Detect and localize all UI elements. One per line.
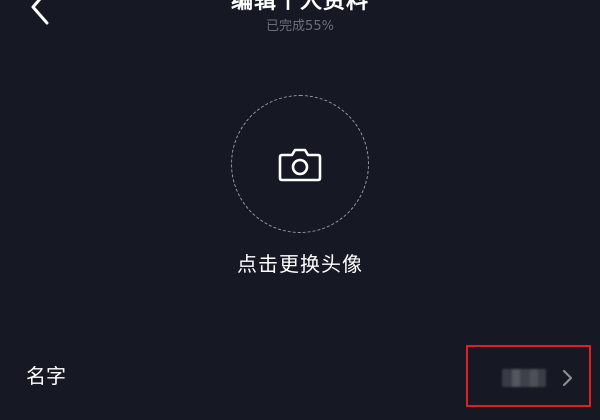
name-value xyxy=(468,347,469,348)
avatar-upload-button[interactable] xyxy=(231,95,369,233)
name-value-blurred xyxy=(502,369,546,387)
chevron-right-icon xyxy=(562,369,573,387)
completion-status: 已完成55% xyxy=(266,19,334,34)
change-avatar-label: 点击更换头像 xyxy=(237,252,363,276)
name-field-row[interactable]: 名字 xyxy=(0,345,600,407)
edit-profile-screen: 编辑个人资料 已完成55% 点击更换头像 名字 xyxy=(0,0,600,420)
name-label: 名字 xyxy=(26,364,66,388)
page-title: 编辑个人资料 xyxy=(230,0,369,14)
name-value-button[interactable] xyxy=(466,345,591,407)
camera-icon xyxy=(278,148,322,182)
